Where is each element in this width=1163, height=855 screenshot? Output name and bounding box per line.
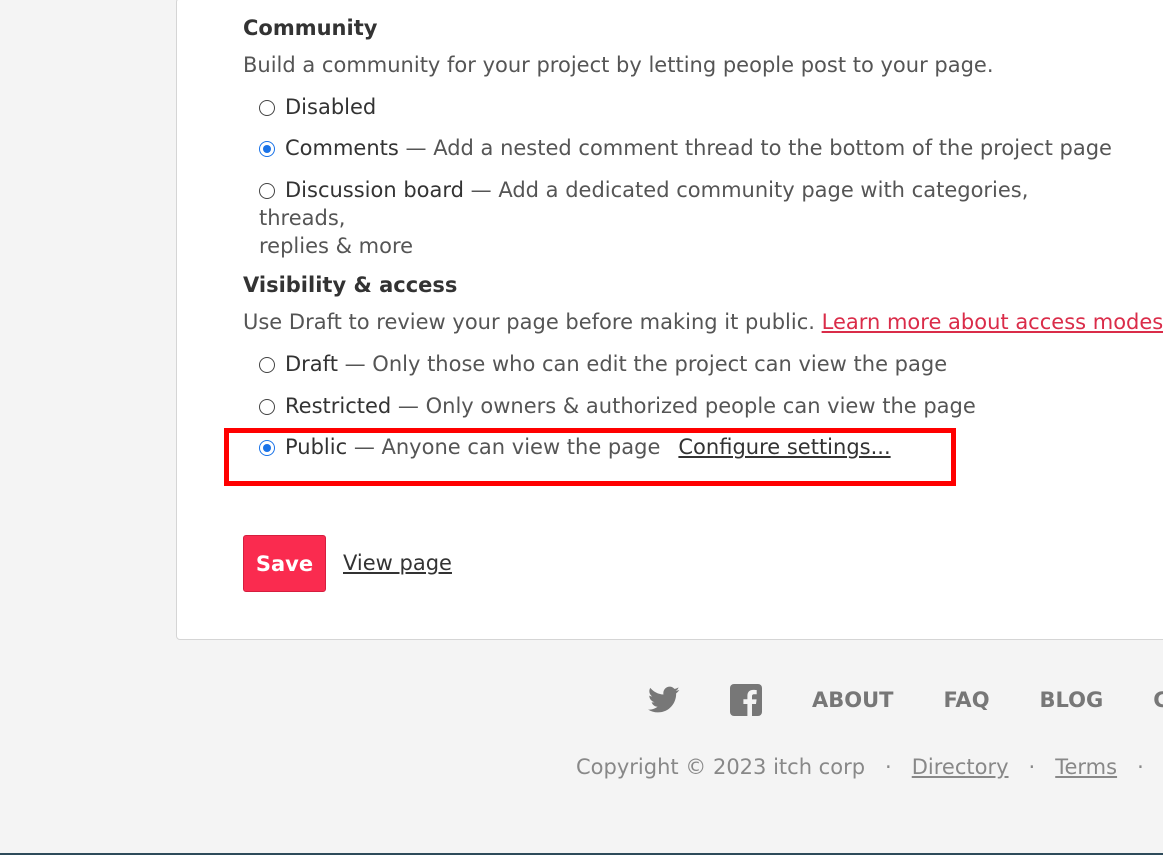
option-label: Restricted <box>285 394 392 418</box>
visibility-option-restricted[interactable]: Restricted — Only owners & authorized pe… <box>259 392 976 420</box>
visibility-description-row: Use Draft to review your page before mak… <box>243 310 1163 334</box>
highlight-box <box>224 428 956 486</box>
save-button[interactable]: Save <box>243 535 326 592</box>
option-description: — Add a nested comment thread to the bot… <box>398 136 1112 160</box>
terms-link[interactable]: Terms <box>1055 755 1117 779</box>
option-description-cont: replies & more <box>259 234 414 258</box>
view-page-link[interactable]: View page <box>343 551 452 575</box>
visibility-title: Visibility & access <box>243 273 458 297</box>
community-option-disabled[interactable]: Disabled <box>259 93 376 121</box>
option-label: Comments <box>285 136 399 160</box>
separator: · <box>1028 755 1036 779</box>
footer-blog-link[interactable]: BLOG <box>1040 688 1104 712</box>
community-title: Community <box>243 16 378 40</box>
footer-about-link[interactable]: ABOUT <box>812 688 894 712</box>
twitter-icon[interactable] <box>648 684 680 716</box>
copyright-text: Copyright © 2023 itch corp <box>576 755 866 779</box>
radio-comments[interactable] <box>259 141 275 157</box>
footer-bottom: Copyright © 2023 itch corp · Directory · Ter… <box>576 755 1163 779</box>
visibility-description: Use Draft to review your page before mak… <box>243 310 815 334</box>
visibility-option-draft[interactable]: Draft — Only those who can edit the proj… <box>259 350 947 378</box>
directory-link[interactable]: Directory <box>912 755 1009 779</box>
separator: · <box>1137 755 1144 779</box>
facebook-icon[interactable] <box>730 684 762 716</box>
learn-more-link[interactable]: Learn more about access modes <box>822 310 1163 334</box>
community-option-discussion-board[interactable]: Discussion board — Add a dedicated commu… <box>259 176 1099 260</box>
footer-nav: ABOUT FAQ BLOG C <box>648 682 1163 718</box>
option-label: Disabled <box>285 95 377 119</box>
radio-draft[interactable] <box>259 357 275 373</box>
option-label: Discussion board <box>285 178 464 202</box>
separator: · <box>885 755 892 779</box>
community-description: Build a community for your project by le… <box>243 53 994 77</box>
option-description: — Only those who can edit the project ca… <box>337 352 948 376</box>
footer-contact-link[interactable]: C <box>1153 688 1163 712</box>
radio-restricted[interactable] <box>259 399 275 415</box>
option-description: — Only owners & authorized people can vi… <box>391 394 976 418</box>
footer-faq-link[interactable]: FAQ <box>944 688 990 712</box>
community-option-comments[interactable]: Comments — Add a nested comment thread t… <box>259 134 1112 162</box>
option-label: Draft <box>285 352 338 376</box>
radio-discussion-board[interactable] <box>259 183 275 199</box>
radio-disabled[interactable] <box>259 100 275 116</box>
